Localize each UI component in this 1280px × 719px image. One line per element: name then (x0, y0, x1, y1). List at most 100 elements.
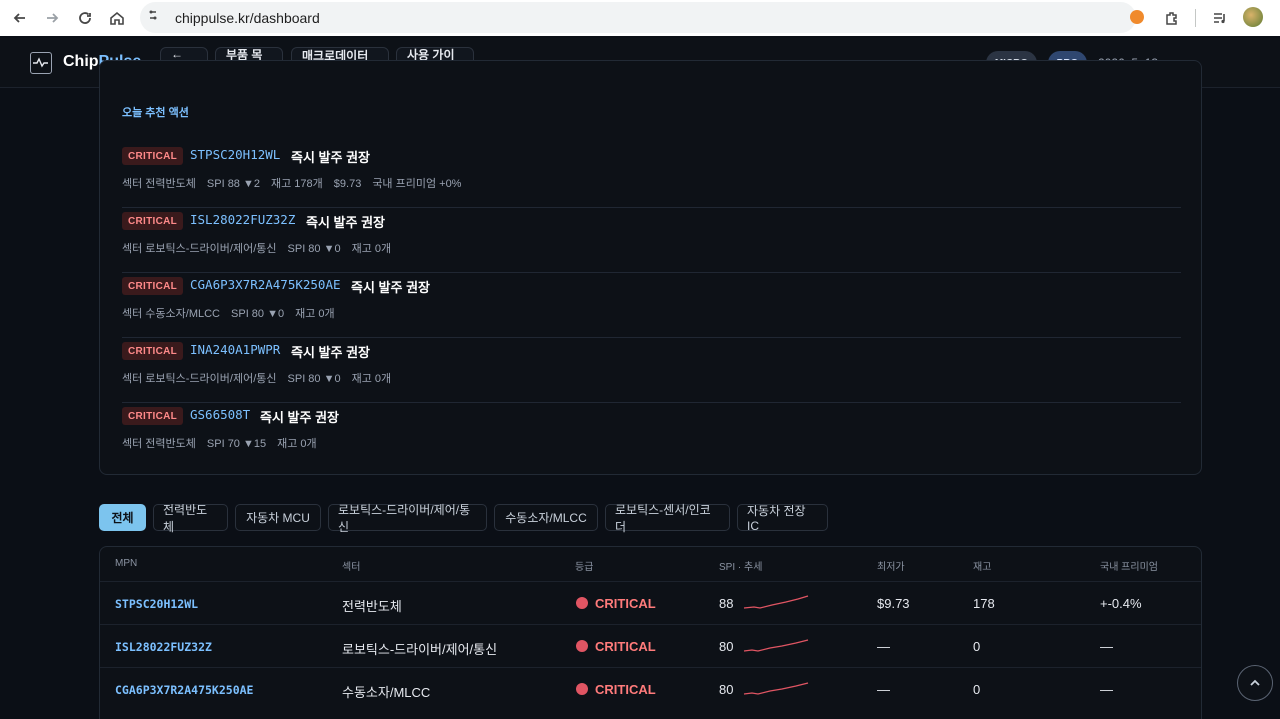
action-mpn-link[interactable]: INA240A1PWPR (190, 342, 280, 357)
address-bar[interactable]: chippulse.kr/dashboard (140, 2, 1136, 33)
row-price: — (877, 639, 890, 654)
meta-stock: 재고 0개 (351, 373, 392, 385)
meta-price: $9.73 (333, 178, 362, 190)
chevron-up-icon (1250, 679, 1260, 686)
row-spi: 80 (719, 682, 734, 697)
meta-sector: 섹터 전력반도체 (122, 438, 196, 450)
critical-badge: CRITICAL (122, 212, 184, 230)
row-sector: 로보틱스-드라이버/제어/통신 (342, 642, 498, 657)
action-mpn-link[interactable]: GS66508T (190, 407, 250, 422)
critical-badge: CRITICAL (122, 407, 184, 425)
profile-avatar[interactable] (1243, 7, 1263, 27)
action-item[interactable]: CRITICAL ISL28022FUZ32Z 즉시 발주 권장 섹터 로보틱스… (122, 209, 1181, 273)
meta-spi: SPI 80 ▼0 (287, 373, 341, 385)
critical-badge: CRITICAL (122, 147, 184, 165)
browser-toolbar: chippulse.kr/dashboard (0, 0, 1280, 36)
action-meta: 섹터 로보틱스-드라이버/제어/통신 SPI 80 ▼0 재고 0개 (122, 370, 402, 386)
table-row[interactable]: STPSC20H12WL 전력반도체 CRITICAL 88 $9.73 178… (100, 581, 1201, 624)
action-item[interactable]: CRITICAL STPSC20H12WL 즉시 발주 권장 섹터 전력반도체 S… (122, 144, 1181, 208)
col-header-spi[interactable]: SPI · 추세 (719, 558, 762, 573)
tab-auto-mcu[interactable]: 자동차 MCU (235, 504, 321, 531)
scroll-to-top-button[interactable] (1237, 665, 1273, 701)
action-text: 즉시 발주 권장 (351, 280, 430, 295)
row-spi: 88 (719, 596, 734, 611)
logo-main: Chip (63, 53, 99, 70)
row-grade: CRITICAL (595, 596, 656, 611)
action-mpn-link[interactable]: ISL28022FUZ32Z (190, 212, 295, 227)
home-icon[interactable] (105, 6, 129, 30)
back-icon[interactable] (8, 6, 32, 30)
tab-all[interactable]: 전체 (99, 504, 146, 531)
row-mpn[interactable]: CGA6P3X7R2A475K250AE (115, 683, 253, 697)
col-header-price[interactable]: 최저가 (877, 558, 905, 573)
meta-sector: 섹터 수동소자/MLCC (122, 308, 221, 320)
row-price: — (877, 682, 890, 697)
row-stock: 178 (973, 596, 995, 611)
url-text[interactable]: chippulse.kr/dashboard (175, 10, 320, 26)
meta-spi: SPI 80 ▼0 (231, 308, 285, 320)
action-mpn-link[interactable]: STPSC20H12WL (190, 147, 280, 162)
action-meta: 섹터 로보틱스-드라이버/제어/통신 SPI 80 ▼0 재고 0개 (122, 240, 402, 256)
meta-spi: SPI 88 ▼2 (206, 178, 260, 190)
row-premium: — (1100, 639, 1113, 654)
chip-logo-icon (30, 52, 52, 74)
action-meta: 섹터 전력반도체 SPI 88 ▼2 재고 178개 $9.73 국내 프리미엄 +0% (122, 175, 472, 191)
col-header-grade[interactable]: 등급 (575, 558, 593, 573)
meta-stock: 재고 0개 (351, 243, 392, 255)
row-grade: CRITICAL (595, 639, 656, 654)
table-row[interactable]: CGA6P3X7R2A475K250AE 수동소자/MLCC CRITICAL … (100, 667, 1201, 710)
spi-trend-sparkline (743, 595, 809, 609)
table-row[interactable]: ISL28022FUZ32Z 로보틱스-드라이버/제어/통신 CRITICAL … (100, 624, 1201, 667)
critical-dot-icon (576, 683, 588, 695)
extensions-icon[interactable] (1160, 6, 1184, 30)
row-sector: 전력반도체 (342, 599, 402, 614)
toolbar-divider (1195, 9, 1196, 27)
action-item[interactable]: CRITICAL GS66508T 즉시 발주 권장 섹터 전력반도체 SPI 7… (122, 404, 1181, 468)
row-premium: — (1100, 682, 1113, 697)
action-text: 즉시 발주 권장 (291, 345, 370, 360)
col-header-premium[interactable]: 국내 프리미엄 (1100, 558, 1158, 573)
col-header-sector[interactable]: 섹터 (342, 558, 360, 573)
action-item[interactable]: CRITICAL INA240A1PWPR 즉시 발주 권장 섹터 로보틱스-드… (122, 339, 1181, 403)
meta-spi: SPI 80 ▼0 (287, 243, 341, 255)
meta-stock: 재고 178개 (271, 178, 323, 190)
action-text: 즉시 발주 권장 (260, 410, 339, 425)
action-mpn-link[interactable]: CGA6P3X7R2A475K250AE (190, 277, 341, 292)
row-premium: +-0.4% (1100, 596, 1142, 611)
row-stock: 0 (973, 639, 981, 654)
meta-sector: 섹터 로보틱스-드라이버/제어/통신 (122, 243, 277, 255)
meta-stock: 재고 0개 (295, 308, 335, 320)
row-mpn[interactable]: STPSC20H12WL (115, 597, 198, 611)
row-mpn[interactable]: ISL28022FUZ32Z (115, 640, 212, 654)
site-info-icon[interactable] (148, 9, 158, 21)
col-header-mpn[interactable]: MPN (115, 558, 137, 569)
action-text: 즉시 발주 권장 (306, 215, 385, 230)
parts-table: MPN 섹터 등급 SPI · 추세 최저가 재고 국내 프리미엄 STPSC2… (99, 546, 1202, 719)
row-price: $9.73 (877, 596, 910, 611)
tab-robotics-driver[interactable]: 로보틱스-드라이버/제어/통신 (328, 503, 487, 534)
action-item[interactable]: CRITICAL CGA6P3X7R2A475K250AE 즉시 발주 권장 섹… (122, 274, 1181, 338)
meta-sector: 섹터 로보틱스-드라이버/제어/통신 (122, 373, 277, 385)
row-stock: 0 (973, 682, 981, 697)
row-spi: 80 (719, 639, 734, 654)
action-meta: 섹터 전력반도체 SPI 70 ▼15 재고 0개 (122, 435, 328, 451)
media-queue-icon[interactable] (1208, 6, 1232, 30)
col-header-stock[interactable]: 재고 (973, 558, 991, 573)
extension-badge-icon[interactable] (1130, 10, 1144, 24)
forward-icon[interactable] (40, 6, 64, 30)
meta-stock: 재고 0개 (277, 438, 317, 450)
tab-passive-mlcc[interactable]: 수동소자/MLCC (494, 504, 598, 531)
reload-icon[interactable] (73, 6, 97, 30)
spi-trend-sparkline (743, 682, 809, 695)
action-meta: 섹터 수동소자/MLCC SPI 80 ▼0 재고 0개 (122, 305, 346, 321)
tab-robotics-sensor[interactable]: 로보틱스-센서/인코더 (605, 503, 730, 534)
action-text: 즉시 발주 권장 (291, 150, 370, 165)
row-sector: 수동소자/MLCC (342, 685, 431, 700)
tab-auto-electronics-ic[interactable]: 자동차 전장 IC (737, 504, 828, 533)
tab-power-semiconductor[interactable]: 전력반도체 (153, 503, 228, 534)
critical-badge: CRITICAL (122, 277, 184, 295)
critical-dot-icon (576, 597, 588, 609)
spi-trend-sparkline (743, 639, 809, 652)
meta-premium: 국내 프리미엄 +0% (372, 178, 462, 190)
row-grade: CRITICAL (595, 682, 656, 697)
